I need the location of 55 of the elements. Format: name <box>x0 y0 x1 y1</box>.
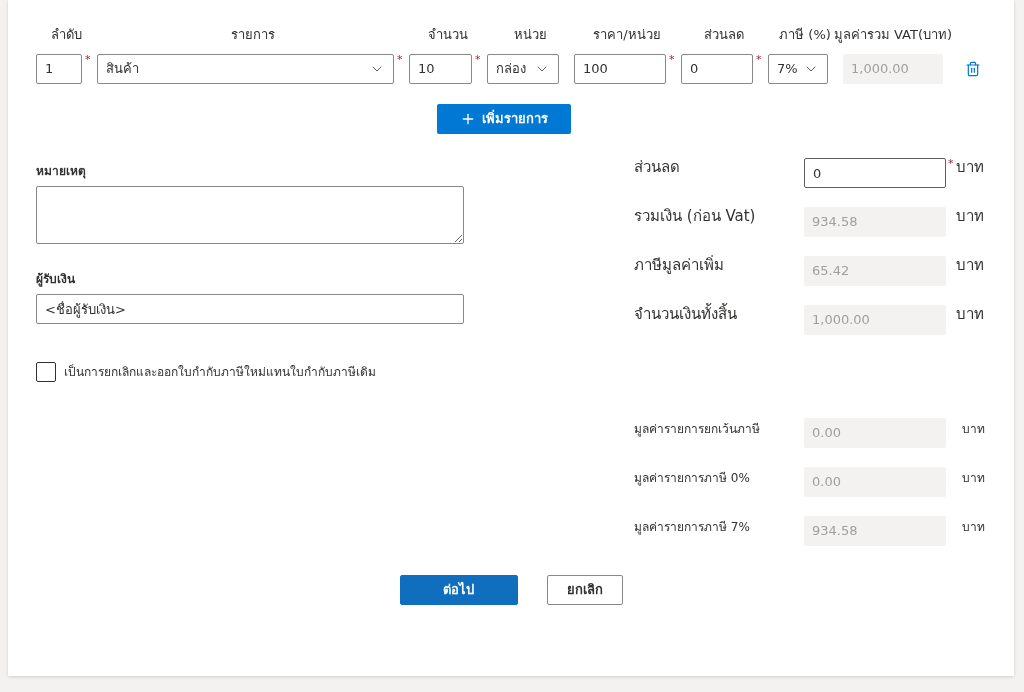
payee-label: ผู้รับเงิน <box>36 271 76 288</box>
cancel-button[interactable]: ยกเลิก <box>546 575 623 605</box>
summary-label: รวมเงิน (ก่อน Vat) <box>634 206 757 227</box>
required-mark: * <box>755 54 762 65</box>
breakdown-field: 0.00 <box>804 418 946 448</box>
dropdown[interactable]: สินค้า <box>97 54 394 84</box>
required-mark: * <box>474 54 481 65</box>
add-item-button[interactable]: เพิ่มรายการ <box>437 104 571 134</box>
summary-label: จำนวนเงินทั้งสิ้น <box>634 303 738 325</box>
column-header: ส่วนลด <box>704 26 744 45</box>
column-header: หน่วย <box>513 26 547 45</box>
next-button[interactable]: ต่อไป <box>399 575 518 605</box>
input-field[interactable]: 0 <box>681 54 753 84</box>
column-header: ภาษี (%) <box>779 26 831 45</box>
currency-label: บาท <box>956 255 984 276</box>
column-header: ลำดับ <box>50 26 82 45</box>
summary-field: 65.42 <box>804 256 946 286</box>
breakdown-label: มูลค่ารายการภาษี 7% <box>634 519 751 536</box>
input-field[interactable]: 100 <box>574 54 666 84</box>
required-mark: * <box>668 54 675 65</box>
input-field[interactable]: 10 <box>409 54 472 84</box>
currency-label: บาท <box>956 206 984 227</box>
required-mark: * <box>84 54 91 65</box>
delete-button[interactable] <box>965 61 981 77</box>
currency-label: บาท <box>962 519 985 536</box>
summary-field: 1,000.00 <box>804 305 946 335</box>
trash-icon <box>965 61 981 77</box>
dropdown[interactable]: กล่อง <box>487 54 559 84</box>
reissue-label: เป็นการยกเลิกและออกใบกำกับภาษีใหม่แทนใบกำกับภาษีเดิม <box>64 363 376 381</box>
currency-label: บาท <box>962 421 985 438</box>
summary-label: ภาษีมูลค่าเพิ่ม <box>634 254 725 276</box>
column-header: รายการ <box>230 26 275 45</box>
currency-label: บาท <box>956 157 984 178</box>
payee-field[interactable]: <ชื่อผู้รับเงิน> <box>36 294 464 324</box>
remarks-textarea[interactable] <box>36 186 464 244</box>
plus-icon <box>460 111 476 127</box>
required-mark: * <box>947 158 954 169</box>
column-header: จำนวน <box>427 26 468 45</box>
currency-label: บาท <box>956 304 984 325</box>
column-header: ราคา/หน่วย <box>593 26 661 45</box>
breakdown-field: 934.58 <box>804 516 946 546</box>
reissue-checkbox[interactable] <box>36 362 56 382</box>
total-field: 1,000.00 <box>843 54 943 84</box>
summary-field[interactable]: 0 <box>804 158 946 188</box>
breakdown-label: มูลค่ารายการยกเว้นภาษี <box>634 421 761 438</box>
summary-field: 934.58 <box>804 207 946 237</box>
input-field[interactable]: 1 <box>36 54 82 84</box>
summary-label: ส่วนลด <box>634 157 681 178</box>
breakdown-field: 0.00 <box>804 467 946 497</box>
breakdown-label: มูลค่ารายการภาษี 0% <box>634 470 751 487</box>
column-header: มูลค่ารวม VAT(บาท) <box>833 26 953 45</box>
remarks-label: หมายเหตุ <box>36 163 87 180</box>
dropdown[interactable]: 7% <box>768 54 828 84</box>
currency-label: บาท <box>962 470 985 487</box>
required-mark: * <box>396 54 403 65</box>
